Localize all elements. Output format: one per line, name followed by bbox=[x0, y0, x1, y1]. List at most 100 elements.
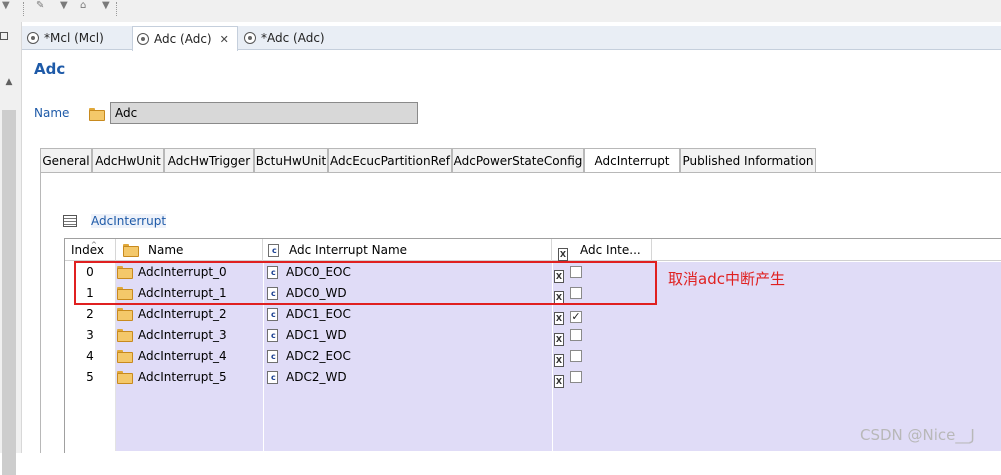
watermark: CSDN @Nice__J bbox=[860, 426, 975, 444]
row-name: AdcInterrupt_3 bbox=[138, 328, 227, 342]
tab-published-information[interactable]: Published Information bbox=[680, 148, 816, 173]
enable-checkbox[interactable] bbox=[570, 329, 582, 341]
editor-tab-adc-dirty[interactable]: *Adc (Adc) bbox=[244, 26, 354, 50]
name-field-label: Name bbox=[34, 106, 70, 120]
row-interrupt-name-cell[interactable]: ADC1_EOC bbox=[267, 304, 351, 325]
minimize-icon[interactable] bbox=[0, 32, 8, 40]
table-title: AdcInterrupt bbox=[91, 214, 167, 228]
row-index: 4 bbox=[65, 346, 116, 367]
home-icon[interactable]: ⌂ bbox=[80, 0, 86, 11]
row-index bbox=[65, 430, 116, 451]
tab-adcpowerstateconfig[interactable]: AdcPowerStateConfig bbox=[452, 148, 584, 173]
column-divider bbox=[263, 430, 264, 451]
folder-icon bbox=[116, 350, 133, 363]
table-row[interactable]: 5 AdcInterrupt_5 ADC2_WD X bbox=[65, 367, 1001, 388]
boolean-x-icon: X bbox=[554, 354, 564, 367]
c-file-icon bbox=[267, 308, 278, 321]
row-fill: AdcInterrupt_3 ADC1_WD X bbox=[116, 325, 1001, 346]
tab-adchwtrigger[interactable]: AdcHwTrigger bbox=[164, 148, 254, 173]
module-config-icon bbox=[244, 32, 256, 44]
row-name-cell[interactable]: AdcInterrupt_5 bbox=[116, 367, 227, 388]
tab-adchwunit[interactable]: AdcHwUnit bbox=[92, 148, 164, 173]
dropdown-arrow-icon[interactable]: ▼ bbox=[2, 0, 10, 11]
dropdown-arrow-icon[interactable]: ▼ bbox=[102, 0, 110, 11]
boolean-x-icon: X bbox=[554, 312, 564, 325]
editor-tab-label: Adc (Adc) bbox=[154, 32, 212, 46]
row-fill bbox=[116, 388, 1001, 409]
row-fill: AdcInterrupt_2 ADC1_EOC X ✓ bbox=[116, 304, 1001, 325]
row-name-cell[interactable]: AdcInterrupt_3 bbox=[116, 325, 227, 346]
tab-adcecucpartitionref[interactable]: AdcEcucPartitionRef bbox=[328, 148, 452, 173]
c-file-icon bbox=[267, 350, 278, 363]
table-row[interactable]: 2AdcInterrupt_2ADC1_EOCX✓ bbox=[65, 304, 1001, 325]
row-enable-cell: X bbox=[554, 325, 582, 346]
tab-bctuhwunit[interactable]: BctuHwUnit bbox=[254, 148, 328, 173]
row-name: AdcInterrupt_2 bbox=[138, 307, 227, 321]
enable-checkbox[interactable] bbox=[570, 371, 582, 383]
boolean-x-icon: X bbox=[558, 248, 568, 261]
row-interrupt-name: ADC2_EOC bbox=[286, 349, 351, 363]
row-interrupt-name-cell[interactable]: ADC2_EOC bbox=[267, 346, 351, 367]
left-panel-strip: ▲ bbox=[0, 22, 22, 475]
table-row[interactable]: 4 AdcInterrupt_4 ADC2_EOC X bbox=[65, 346, 1001, 367]
boolean-x-icon: X bbox=[554, 375, 564, 388]
top-toolbar: ▼ ✎ ▼ ⌂ ▼ bbox=[0, 0, 1001, 22]
vertical-scrollbar[interactable] bbox=[2, 110, 16, 475]
row-name-cell[interactable]: AdcInterrupt_4 bbox=[116, 346, 227, 367]
editor-tab-adc-active[interactable]: Adc (Adc) ✕ bbox=[132, 26, 238, 51]
c-file-icon bbox=[267, 371, 278, 384]
row-name-cell[interactable]: AdcInterrupt_2 bbox=[116, 304, 227, 325]
close-icon[interactable]: ✕ bbox=[220, 33, 229, 46]
column-header-name[interactable]: Name bbox=[116, 239, 263, 261]
highlight-box bbox=[74, 261, 657, 305]
row-index: 3 bbox=[65, 325, 116, 346]
boolean-x-icon: X bbox=[554, 333, 564, 346]
row-name: AdcInterrupt_5 bbox=[138, 370, 227, 384]
column-divider bbox=[552, 367, 553, 388]
column-header-enable[interactable]: X Adc Inte... bbox=[552, 239, 652, 261]
row-interrupt-name-cell[interactable]: ADC1_WD bbox=[267, 325, 347, 346]
enable-checkbox[interactable]: ✓ bbox=[570, 311, 582, 323]
folder-icon bbox=[88, 108, 105, 121]
content-border bbox=[40, 173, 41, 453]
empty-table-row bbox=[65, 388, 1001, 409]
table-header: ^ Index Name Adc Interrupt Name XAdc Int… bbox=[65, 239, 1001, 261]
column-header-index[interactable]: ^ Index bbox=[65, 239, 116, 261]
row-index bbox=[65, 388, 116, 409]
column-divider bbox=[552, 325, 553, 346]
toolbar-separator bbox=[23, 2, 24, 16]
editor-tab-label: *Mcl (Mcl) bbox=[44, 31, 104, 45]
tab-general[interactable]: General bbox=[40, 148, 92, 173]
column-divider bbox=[552, 346, 553, 367]
column-divider bbox=[552, 409, 553, 430]
editor-tab-mcl[interactable]: *Mcl (Mcl) bbox=[27, 26, 127, 50]
row-fill: AdcInterrupt_5 ADC2_WD X bbox=[116, 367, 1001, 388]
column-divider bbox=[263, 325, 264, 346]
name-input[interactable]: Adc bbox=[110, 102, 418, 124]
sort-caret-icon: ^ bbox=[91, 241, 97, 249]
table-row[interactable]: 3 AdcInterrupt_3 ADC1_WD X bbox=[65, 325, 1001, 346]
row-fill: AdcInterrupt_4 ADC2_EOC X bbox=[116, 346, 1001, 367]
column-header-interrupt-name[interactable]: Adc Interrupt Name bbox=[263, 239, 552, 261]
c-file-icon bbox=[268, 244, 279, 257]
row-index: 5 bbox=[65, 367, 116, 388]
column-divider bbox=[552, 304, 553, 325]
folder-icon bbox=[116, 308, 133, 321]
scroll-up-icon[interactable]: ▲ bbox=[0, 74, 18, 90]
enable-checkbox[interactable] bbox=[570, 350, 582, 362]
dropdown-arrow-icon[interactable]: ▼ bbox=[60, 0, 68, 11]
edit-icon[interactable]: ✎ bbox=[36, 0, 44, 11]
column-divider bbox=[263, 367, 264, 388]
column-divider bbox=[552, 388, 553, 409]
module-config-icon bbox=[137, 33, 149, 45]
tab-adcinterrupt[interactable]: AdcInterrupt bbox=[584, 148, 680, 173]
editor-tab-bar: *Mcl (Mcl) Adc (Adc) ✕ *Adc (Adc) bbox=[22, 26, 1001, 51]
row-enable-cell: X bbox=[554, 346, 582, 367]
tab-divider bbox=[40, 172, 1001, 173]
page-tab-bar: General AdcHwUnit AdcHwTrigger BctuHwUni… bbox=[40, 148, 1001, 174]
row-interrupt-name-cell[interactable]: ADC2_WD bbox=[267, 367, 347, 388]
row-enable-cell: X bbox=[554, 367, 582, 388]
editor-tab-label: *Adc (Adc) bbox=[261, 31, 325, 45]
folder-icon bbox=[116, 329, 133, 342]
row-interrupt-name: ADC1_WD bbox=[286, 328, 347, 342]
